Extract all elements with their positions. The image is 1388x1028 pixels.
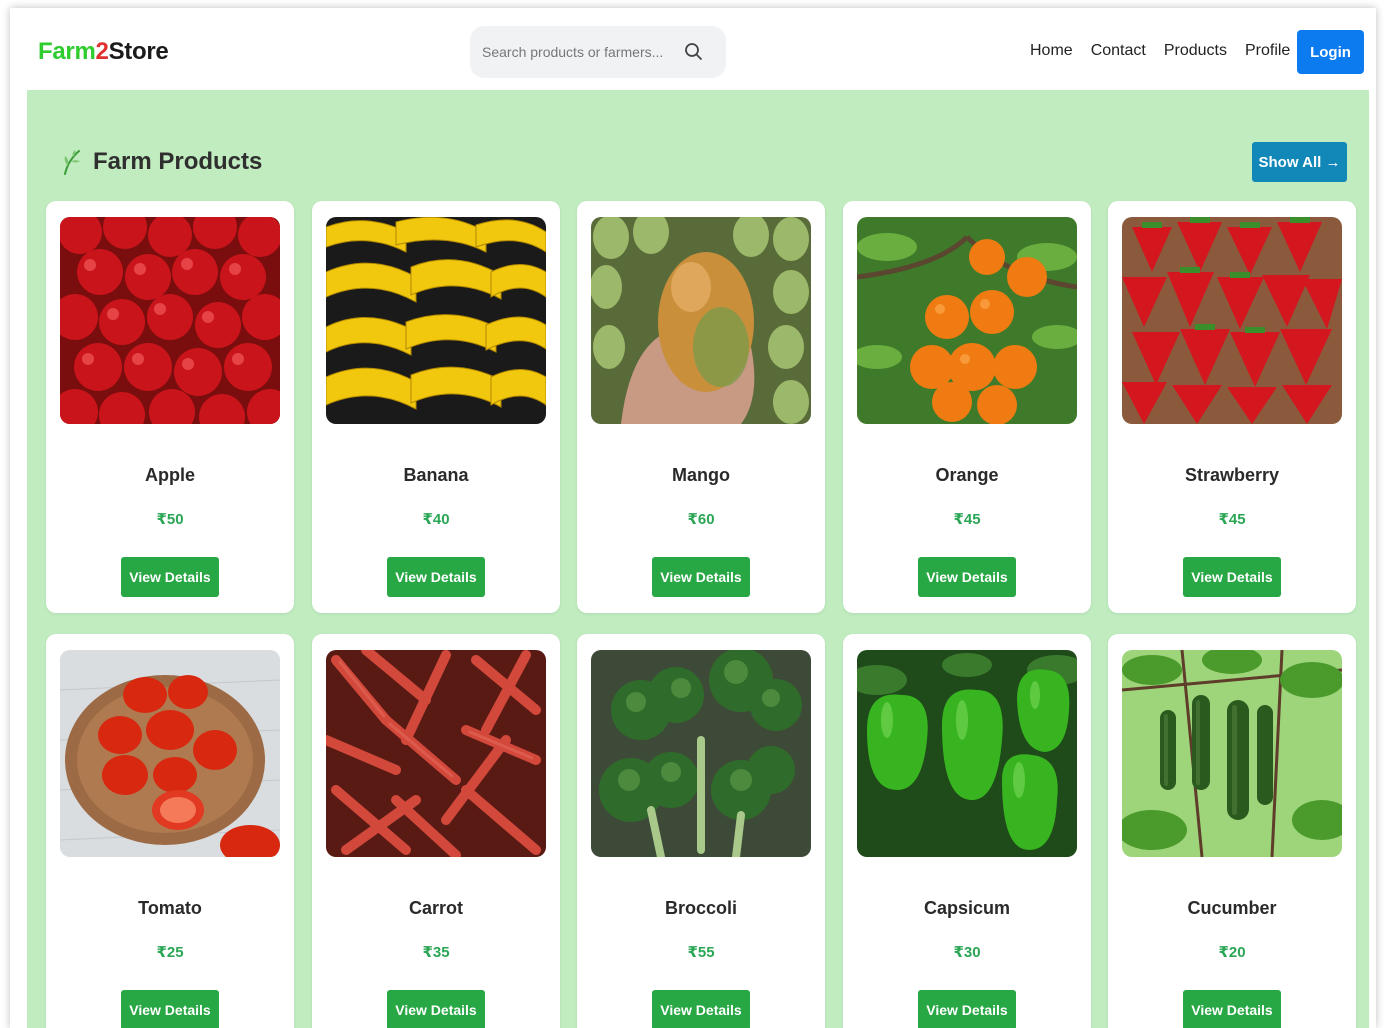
product-price: ₹50 xyxy=(156,511,184,528)
capsicum-image[interactable] xyxy=(857,650,1077,857)
product-card: Broccoli ₹55 View Details xyxy=(577,634,825,1028)
browser-page: Farm2Store Home Contact Products Profile… xyxy=(10,8,1376,1028)
product-price: ₹25 xyxy=(156,944,184,961)
leaf-icon xyxy=(61,149,83,175)
oranges-image[interactable] xyxy=(857,217,1077,424)
product-card: Cucumber ₹20 View Details xyxy=(1108,634,1356,1028)
products-section: Farm Products Show All → Apple ₹50 View … xyxy=(27,90,1369,1028)
product-name: Capsicum xyxy=(923,898,1011,918)
product-name: Tomato xyxy=(138,898,202,918)
product-price: ₹60 xyxy=(687,511,715,528)
logo[interactable]: Farm2Store xyxy=(38,38,169,66)
product-name: Orange xyxy=(935,465,999,485)
product-price: ₹40 xyxy=(422,511,450,528)
view-details-button[interactable]: View Details xyxy=(918,557,1016,597)
view-details-button[interactable]: View Details xyxy=(1183,990,1281,1028)
view-details-button[interactable]: View Details xyxy=(1183,557,1281,597)
broccoli-image[interactable] xyxy=(591,650,811,857)
view-details-button[interactable]: View Details xyxy=(121,557,219,597)
logo-part-store: Store xyxy=(108,38,169,65)
view-details-button[interactable]: View Details xyxy=(652,557,750,597)
tomatoes-image[interactable] xyxy=(60,650,280,857)
view-details-button[interactable]: View Details xyxy=(918,990,1016,1028)
search-input[interactable] xyxy=(482,40,672,64)
product-name: Broccoli xyxy=(664,898,738,918)
product-price: ₹45 xyxy=(1218,511,1246,528)
product-name: Banana xyxy=(403,465,469,485)
search-icon[interactable] xyxy=(682,40,706,64)
nav-link-profile[interactable]: Profile xyxy=(1245,42,1290,60)
product-price: ₹55 xyxy=(687,944,715,961)
product-card: Capsicum ₹30 View Details xyxy=(843,634,1091,1028)
search-bar xyxy=(470,26,726,78)
product-card: Strawberry ₹45 View Details xyxy=(1108,201,1356,613)
product-card: Carrot ₹35 View Details xyxy=(312,634,560,1028)
section-header: Farm Products xyxy=(61,148,262,176)
section-title: Farm Products xyxy=(93,148,263,175)
strawberries-image[interactable] xyxy=(1122,217,1342,424)
logo-part-farm: Farm xyxy=(38,38,96,65)
logo-part-2: 2 xyxy=(95,38,109,65)
cucumbers-image[interactable] xyxy=(1122,650,1342,857)
product-card: Tomato ₹25 View Details xyxy=(46,634,294,1028)
mango-image[interactable] xyxy=(591,217,811,424)
product-name: Mango xyxy=(672,465,730,485)
product-price: ₹30 xyxy=(953,944,981,961)
product-price: ₹35 xyxy=(422,944,450,961)
carrots-image[interactable] xyxy=(326,650,546,857)
view-details-button[interactable]: View Details xyxy=(652,990,750,1028)
product-name: Carrot xyxy=(408,898,463,918)
view-details-button[interactable]: View Details xyxy=(387,557,485,597)
nav-link-products[interactable]: Products xyxy=(1164,42,1227,60)
view-details-button[interactable]: View Details xyxy=(121,990,219,1028)
product-price: ₹20 xyxy=(1218,944,1246,961)
navbar: Farm2Store Home Contact Products Profile… xyxy=(10,8,1376,90)
nav-link-home[interactable]: Home xyxy=(1030,42,1073,60)
nav-links: Home Contact Products Profile xyxy=(1030,42,1290,60)
product-name: Strawberry xyxy=(1184,465,1280,485)
product-card: Banana ₹40 View Details xyxy=(312,201,560,613)
view-details-button[interactable]: View Details xyxy=(387,990,485,1028)
product-name: Apple xyxy=(144,465,195,485)
product-name: Cucumber xyxy=(1187,898,1277,918)
apples-image[interactable] xyxy=(60,217,280,424)
product-card: Orange ₹45 View Details xyxy=(843,201,1091,613)
nav-link-contact[interactable]: Contact xyxy=(1091,42,1146,60)
show-all-button[interactable]: Show All → xyxy=(1252,142,1347,182)
product-card: Mango ₹60 View Details xyxy=(577,201,825,613)
product-price: ₹45 xyxy=(953,511,981,528)
bananas-image[interactable] xyxy=(326,217,546,424)
product-card: Apple ₹50 View Details xyxy=(46,201,294,613)
login-button[interactable]: Login xyxy=(1297,30,1364,74)
